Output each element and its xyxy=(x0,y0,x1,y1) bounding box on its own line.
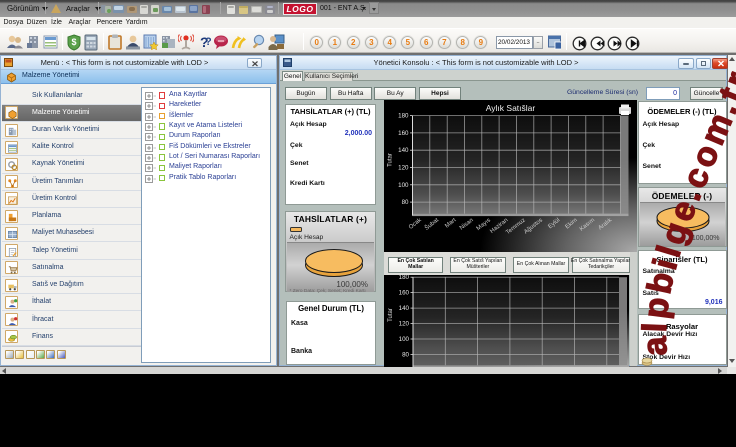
svg-text:alpbilge.com.tr: alpbilge.com.tr xyxy=(636,67,736,357)
